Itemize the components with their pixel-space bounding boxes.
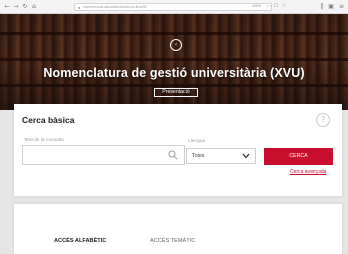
query-input[interactable]	[22, 145, 185, 165]
basic-search-card: Cerca bàsica ? Text de la consulta Lleng…	[14, 104, 342, 196]
advanced-search-link[interactable]: Cerca avançada	[290, 169, 326, 175]
search-icon[interactable]	[168, 150, 178, 160]
forward-icon[interactable]: →	[12, 3, 20, 10]
tab-thematic-access[interactable]: ACCÉS TEMÀTIC	[150, 238, 195, 244]
library-icon[interactable]: ‖	[320, 3, 323, 10]
help-icon[interactable]: ?	[316, 113, 330, 127]
zoom-indicator[interactable]: 100%	[252, 4, 261, 8]
menu-icon[interactable]: ≡	[339, 3, 344, 10]
bookmark-icon[interactable]: ☐	[274, 3, 278, 9]
search-button[interactable]: CERCA	[264, 148, 333, 165]
address-bar[interactable]: ● www.termcat.cat/ca/diccionaris-en-lini…	[74, 3, 272, 11]
star-icon[interactable]: ☆	[282, 3, 286, 9]
language-select-value: Totes	[192, 153, 205, 159]
page-title: Nomenclatura de gestió universitària (XV…	[43, 66, 305, 80]
reader-icon[interactable]: ▣	[328, 3, 334, 10]
home-icon[interactable]: ⌂	[30, 3, 38, 10]
lock-icon: ●	[78, 4, 81, 10]
query-label: Text de la consulta	[24, 138, 64, 143]
chevron-down-icon	[242, 153, 250, 159]
language-label: Llengua	[188, 139, 206, 144]
shelf-divider	[0, 32, 348, 35]
reload-icon[interactable]: ↻	[21, 3, 29, 10]
language-select[interactable]: Totes	[186, 148, 256, 164]
presentation-button[interactable]: Presentació	[154, 88, 198, 97]
hero-banner: ‹ Nomenclatura de gestió universitària (…	[0, 14, 348, 110]
url-text: www.termcat.cat/ca/diccionaris-en-linia/…	[83, 5, 147, 9]
shelf-divider	[0, 58, 348, 61]
browser-toolbar: ← → ↻ ⌂ ● www.termcat.cat/ca/diccionaris…	[0, 0, 348, 14]
more-icon[interactable]: ⋯	[266, 3, 272, 10]
back-circle-icon[interactable]: ‹	[170, 39, 182, 51]
shelf-divider	[0, 84, 348, 87]
tab-alphabetic-access[interactable]: ACCÉS ALFABÈTIC	[54, 238, 106, 244]
access-card: ACCÉS ALFABÈTIC ACCÉS TEMÀTIC	[14, 204, 342, 254]
back-icon[interactable]: ←	[3, 3, 11, 10]
search-card-title: Cerca bàsica	[22, 115, 75, 125]
